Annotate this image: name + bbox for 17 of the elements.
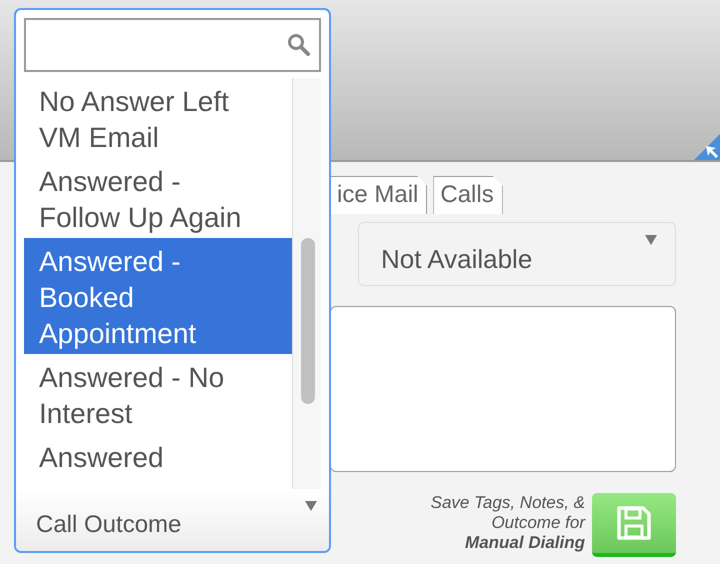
caret-icon xyxy=(305,501,317,511)
caret-icon xyxy=(645,235,657,245)
scrollbar-thumb[interactable] xyxy=(301,238,315,404)
save-caption: Save Tags, Notes, & Outcome for Manual Dialing xyxy=(430,493,585,554)
tab[interactable]: Calls xyxy=(433,176,503,214)
search-field[interactable] xyxy=(24,18,321,72)
dropdown-option[interactable]: Answered xyxy=(24,434,292,478)
dropdown-option[interactable]: Answered - Booked Appointment xyxy=(24,238,292,354)
search-icon xyxy=(287,33,311,57)
resize-corner-icon[interactable] xyxy=(694,134,720,160)
dropdown-option[interactable]: Answered - Follow Up Again xyxy=(24,158,292,238)
dropdown-option[interactable]: Answered - No Interest xyxy=(24,354,292,434)
dropdown-option[interactable]: No Answer Left VM Email xyxy=(24,78,292,158)
tab[interactable]: ice Mail xyxy=(330,176,428,214)
notes-field[interactable] xyxy=(330,306,676,472)
save-button[interactable] xyxy=(592,493,676,557)
availability-select[interactable]: Not Available xyxy=(358,222,676,286)
